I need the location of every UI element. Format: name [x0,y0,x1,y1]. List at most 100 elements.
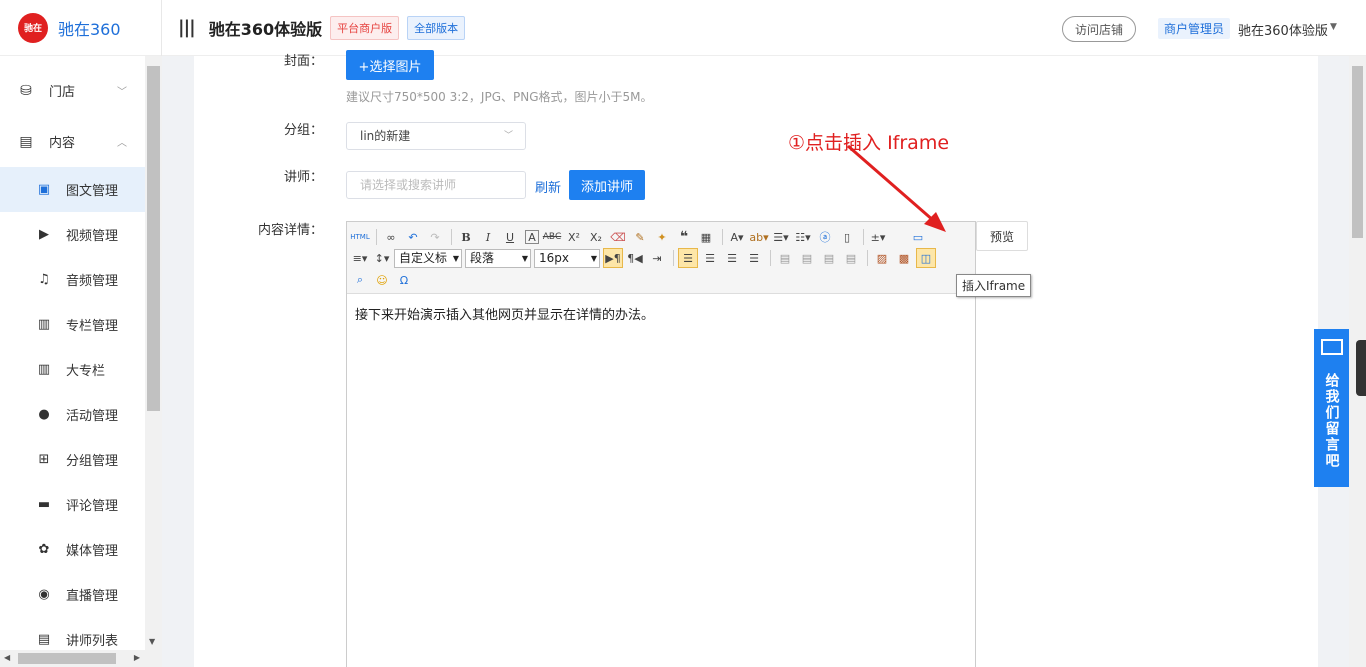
redo-icon[interactable]: ↷ [425,227,445,247]
feedback-widget[interactable]: 给我们留言吧 [1314,329,1349,487]
sidebar-item-group[interactable]: ⊞ 分组管理 [0,437,145,482]
sidebar-item-comment[interactable]: ▬ 评论管理 [0,482,145,527]
scroll-right-arrow-icon[interactable]: ▶ [134,653,140,662]
sidebar-item-article[interactable]: ▣ 图文管理 [0,167,145,212]
image-none-icon[interactable]: ▤ [775,248,795,268]
auto-format-icon[interactable]: ✦ [652,227,672,247]
chevron-down-icon: ﹀ [117,87,127,98]
sidebar-item-big-column[interactable]: ▥ 大专栏 [0,347,145,392]
sidebar-group-store[interactable]: ⛁ 门店 ﹀ [0,65,145,116]
image-left-icon[interactable]: ▤ [797,248,817,268]
at-icon[interactable]: ⓐ [815,227,835,247]
indent-icon[interactable]: ⇥ [647,248,667,268]
multi-image-icon[interactable]: ▩ [894,248,914,268]
refresh-link[interactable]: 刷新 [535,177,561,196]
subscript-icon[interactable]: X₂ [586,227,606,247]
font-family-value: 自定义标 [399,250,448,265]
bold-icon[interactable]: B [456,227,476,247]
scrollbar-thumb[interactable] [1352,66,1363,238]
caret-down-icon[interactable]: ▼ [1330,22,1337,32]
highlight-icon[interactable]: ab▾ [749,227,769,247]
insert-iframe-icon[interactable]: ◫ [916,248,936,268]
font-size-select[interactable]: 16px ▼ [534,248,600,268]
undo-icon[interactable]: ↶ [403,227,423,247]
menu-toggle-icon[interactable]: ||| [178,17,196,38]
add-teacher-button[interactable]: 添加讲师 [569,170,645,200]
paragraph-select[interactable]: 段落 ▼ [465,248,531,268]
image-icon[interactable]: ▨ [872,248,892,268]
preview-button[interactable]: 预览 [976,221,1028,251]
brand[interactable]: 驰在 驰在360 [0,0,161,56]
align-right-icon[interactable]: ☰ [722,248,742,268]
image-right-icon[interactable]: ▤ [819,248,839,268]
search-replace-icon[interactable]: ⌕ [350,270,370,290]
strikethrough-icon[interactable]: ABC [542,227,562,247]
iframe-tooltip: 插入Iframe [956,274,1032,297]
role-badge: 商户管理员 [1158,18,1231,39]
annotation-arrow-line [847,144,935,223]
italic-icon[interactable]: I [478,227,498,247]
font-border-icon[interactable]: A [525,230,539,244]
caret-down-icon: ▼ [521,253,528,263]
toolbar-row-3: ⌕ ☺ Ω [350,269,416,291]
paragraph-spacing-icon[interactable]: ≡▾ [350,248,370,268]
visit-store-button[interactable]: 访问店铺 [1062,16,1136,42]
superscript-icon[interactable]: X² [564,227,584,247]
caret-down-icon: ▼ [590,253,597,263]
scroll-left-arrow-icon[interactable]: ◀ [4,653,10,662]
unordered-list-icon[interactable]: ☷▾ [793,227,813,247]
emoji-icon[interactable]: ☺ [372,270,392,290]
eraser-icon[interactable]: ⌫ [608,227,628,247]
sidebar-item-label: 评论管理 [66,499,119,514]
html-source-icon[interactable]: HTML [350,227,370,247]
row-spacing-icon[interactable]: ↕▾ [372,248,392,268]
sidebar-group-content[interactable]: ▤ 内容 ︿ [0,116,145,167]
editor-content[interactable]: 接下来开始演示插入其他网页并显示在详情的办法。 [355,304,654,323]
align-center-icon[interactable]: ☰ [700,248,720,268]
sidebar-item-live[interactable]: ◉ 直播管理 [0,572,145,617]
align-left-icon[interactable]: ☰ [678,248,698,268]
image-center-icon[interactable]: ▤ [841,248,861,268]
sidebar-item-video[interactable]: ▶ 视频管理 [0,212,145,257]
sidebar-horizontal-scrollbar[interactable]: ◀ ▶ [0,650,162,667]
sidebar-item-label: 分组管理 [66,454,119,469]
link-icon[interactable]: ∞ [381,227,401,247]
ordered-list-icon[interactable]: ☰▾ [771,227,791,247]
audio-icon: ♫ [38,272,50,287]
sidebar-item-label: 图文管理 [66,184,119,199]
platform-tag: 平台商户版 [330,15,400,40]
big-column-icon: ▥ [37,362,51,377]
user-name[interactable]: 驰在360体验版 [1238,20,1328,39]
video-icon: ▶ [39,227,49,242]
font-color-icon[interactable]: A▾ [727,227,747,247]
quote-icon[interactable]: ❝ [674,227,694,247]
sidebar-group-label: 内容 [49,136,76,151]
sidebar-item-activity[interactable]: ● 活动管理 [0,392,145,437]
choose-image-button[interactable]: +选择图片 [346,50,434,80]
underline-icon[interactable]: U [500,227,520,247]
sidebar-scrollbar[interactable]: ▼ [145,56,162,650]
activity-icon: ● [38,407,50,422]
scrollbar-thumb[interactable] [147,66,160,411]
ltr-icon[interactable]: ▶¶ [603,248,623,268]
scroll-down-arrow-icon[interactable]: ▼ [149,637,155,646]
sidebar-item-audio[interactable]: ♫ 音频管理 [0,257,145,302]
comment-icon: ▬ [37,497,51,512]
main-content: 封面： +选择图片 建议尺寸750*500 3:2，JPG、PNG格式，图片小于… [194,50,1318,667]
annotation-arrow [847,144,946,232]
feedback-label: 给我们留言吧 [1323,373,1340,469]
rtl-icon[interactable]: ¶◀ [625,248,645,268]
side-handle[interactable] [1356,340,1366,396]
format-brush-icon[interactable]: ✎ [630,227,650,247]
sidebar-item-column[interactable]: ▥ 专栏管理 [0,302,145,347]
paste-icon[interactable]: ▦ [696,227,716,247]
font-family-select[interactable]: 自定义标 ▼ [394,248,462,268]
teacher-search-input[interactable]: 请选择或搜索讲师 [346,171,526,199]
special-chars-icon[interactable]: Ω [394,270,414,290]
scrollbar-thumb[interactable] [18,653,116,664]
sidebar-item-media[interactable]: ✿ 媒体管理 [0,527,145,572]
align-justify-icon[interactable]: ☰ [744,248,764,268]
chevron-down-icon: ﹀ [503,131,513,141]
article-icon: ▣ [37,182,51,197]
group-select[interactable]: lin的新建 ﹀ [346,122,526,150]
